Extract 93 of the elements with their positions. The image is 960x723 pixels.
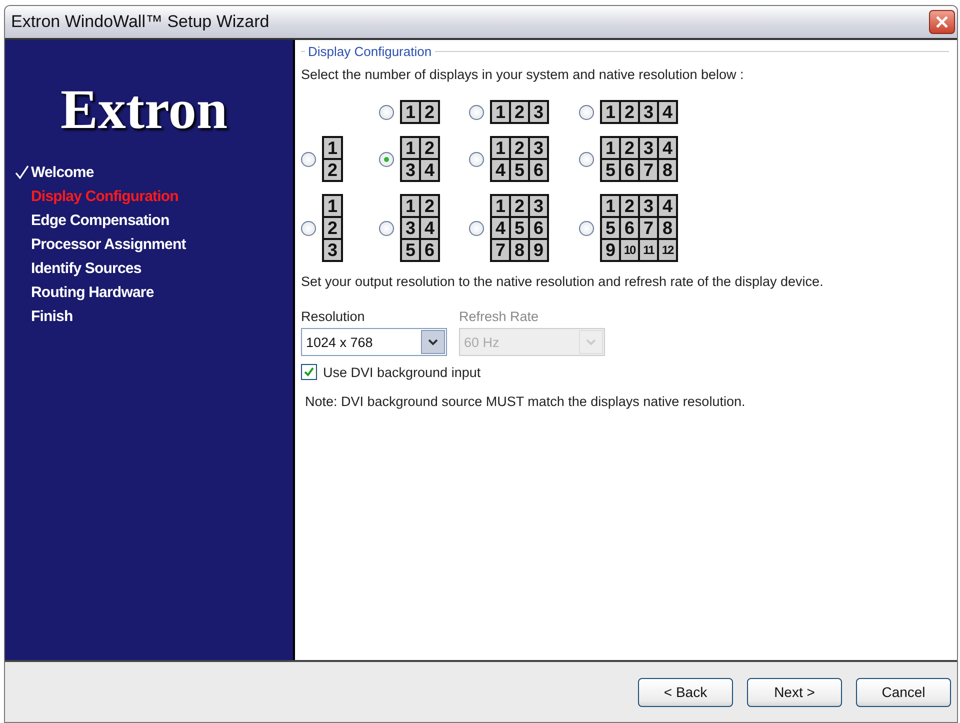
- field-label: Refresh Rate: [459, 309, 540, 324]
- display-number: 3: [530, 138, 547, 158]
- display-number: 1: [602, 138, 619, 158]
- display-number: 7: [640, 218, 657, 238]
- display-number: 2: [511, 196, 528, 216]
- radio-button[interactable]: [579, 220, 594, 236]
- radio-button[interactable]: [301, 152, 316, 166]
- display-number: 1: [492, 102, 509, 122]
- display-number: 3: [640, 138, 657, 158]
- display-number: 6: [421, 240, 438, 260]
- wizard-step: Finish: [31, 308, 73, 324]
- logo: Extron: [60, 78, 228, 142]
- display-number: 1: [492, 196, 509, 216]
- display-number: 3: [530, 102, 547, 122]
- wizard-step: Routing Hardware: [31, 284, 154, 300]
- field-label: Resolution: [301, 309, 366, 324]
- close-button[interactable]: [929, 10, 955, 34]
- display-number: 7: [640, 160, 657, 180]
- window-title: Extron WindoWall™ Setup Wizard: [11, 12, 270, 32]
- radio-button[interactable]: [301, 220, 316, 236]
- display-number: 11: [640, 240, 657, 260]
- display-number: 6: [530, 218, 547, 238]
- close-icon: [935, 15, 949, 29]
- display-number: 1: [602, 196, 619, 216]
- display-number: 2: [324, 160, 341, 180]
- display-number: 1: [402, 138, 419, 158]
- note-text: Note: DVI background source MUST match the displays native resolution.: [305, 394, 746, 409]
- wizard-step: Identify Sources: [31, 260, 142, 276]
- radio-button[interactable]: [469, 104, 484, 120]
- display-number: 1: [324, 138, 341, 158]
- wizard-step: Welcome: [31, 164, 94, 180]
- display-number: 2: [511, 102, 528, 122]
- display-number: 1: [324, 196, 341, 216]
- group-title: Display Configuration: [308, 44, 432, 59]
- radio-button[interactable]: [379, 104, 394, 120]
- display-number: 5: [511, 218, 528, 238]
- dropdown[interactable]: 1024 x 768: [301, 328, 447, 356]
- wizard-button[interactable]: Next >: [747, 678, 842, 706]
- checkbox[interactable]: [301, 364, 317, 380]
- display-number: 12: [659, 240, 676, 260]
- display-number: 2: [421, 138, 438, 158]
- wizard-button[interactable]: Cancel: [856, 678, 951, 706]
- display-number: 3: [402, 160, 419, 180]
- display-number: 4: [492, 218, 509, 238]
- display-number: 4: [492, 160, 509, 180]
- display-number: 1: [402, 102, 419, 122]
- radio-button[interactable]: [379, 152, 394, 166]
- wizard-step: Display Configuration: [31, 188, 178, 204]
- display-number: 2: [621, 138, 638, 158]
- wizard-button[interactable]: < Back: [638, 678, 733, 706]
- display-number: 9: [530, 240, 547, 260]
- display-number: 1: [602, 102, 619, 122]
- wizard-step: Edge Compensation: [31, 212, 170, 228]
- display-number: 4: [659, 196, 676, 216]
- display-number: 4: [659, 102, 676, 122]
- display-number: 6: [621, 160, 638, 180]
- display-number: 7: [492, 240, 509, 260]
- radio-button[interactable]: [579, 152, 594, 166]
- display-number: 5: [511, 160, 528, 180]
- display-number: 2: [621, 102, 638, 122]
- display-number: 1: [402, 196, 419, 216]
- wizard-step: Processor Assignment: [31, 236, 186, 252]
- display-number: 4: [421, 160, 438, 180]
- display-number: 8: [659, 218, 676, 238]
- display-number: 3: [324, 240, 341, 260]
- display-number: 8: [659, 160, 676, 180]
- display-number: 2: [511, 138, 528, 158]
- display-number: 5: [602, 218, 619, 238]
- display-number: 10: [621, 240, 638, 260]
- display-number: 3: [530, 196, 547, 216]
- display-number: 5: [402, 240, 419, 260]
- display-number: 5: [602, 160, 619, 180]
- display-number: 3: [402, 218, 419, 238]
- instruction-text: Set your output resolution to the native resolution and refresh rate of the display device.: [301, 274, 824, 289]
- radio-button[interactable]: [469, 152, 484, 166]
- display-number: 3: [640, 196, 657, 216]
- radio-button[interactable]: [379, 220, 394, 236]
- display-number: 4: [659, 138, 676, 158]
- display-number: 4: [421, 218, 438, 238]
- radio-button[interactable]: [579, 104, 594, 120]
- display-number: 6: [621, 218, 638, 238]
- display-number: 6: [530, 160, 547, 180]
- display-number: 2: [421, 102, 438, 122]
- display-number: 2: [421, 196, 438, 216]
- display-number: 2: [621, 196, 638, 216]
- radio-button[interactable]: [469, 220, 484, 236]
- display-number: 1: [492, 138, 509, 158]
- display-number: 3: [640, 102, 657, 122]
- display-number: 8: [511, 240, 528, 260]
- checkbox-label: Use DVI background input: [323, 364, 481, 380]
- display-number: 9: [602, 240, 619, 260]
- instruction-text: Select the number of displays in your system and native resolution below :: [301, 67, 745, 82]
- display-number: 2: [324, 218, 341, 238]
